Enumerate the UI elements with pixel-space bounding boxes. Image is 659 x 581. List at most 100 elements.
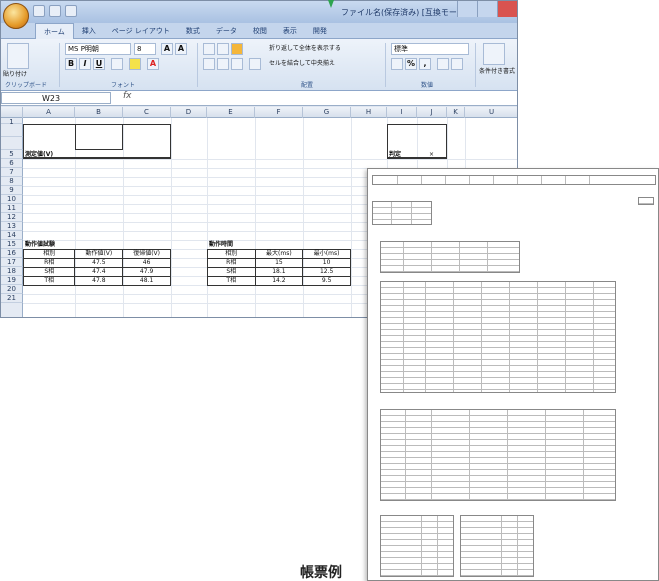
paste-button[interactable] <box>7 43 29 69</box>
percent-button[interactable]: % <box>405 58 417 70</box>
font-name-select[interactable]: MS P明朝 <box>65 43 131 55</box>
table-cell[interactable]: R相 <box>22 258 76 268</box>
underline-button[interactable]: U <box>93 58 105 70</box>
select-all-corner[interactable] <box>1 107 23 118</box>
row-header[interactable]: 11 <box>1 204 23 213</box>
tab-developer[interactable]: 開発 <box>305 23 335 39</box>
row-header[interactable]: 18 <box>1 267 23 276</box>
conditional-format-icon[interactable] <box>483 43 505 65</box>
table-cell[interactable]: 46 <box>122 258 171 268</box>
report-table <box>380 515 454 577</box>
align-bottom-button[interactable] <box>231 43 243 55</box>
table-cell[interactable]: T相 <box>207 276 256 286</box>
table-cell[interactable]: 14.2 <box>254 276 304 286</box>
ribbon: 貼り付け クリップボード MS P明朝 8 A A B I U A フォント 折… <box>1 39 517 91</box>
align-top-button[interactable] <box>203 43 215 55</box>
row-header[interactable]: 10 <box>1 195 23 204</box>
col-header[interactable]: C <box>123 107 171 118</box>
table-cell[interactable]: 9.5 <box>302 276 351 286</box>
row-header[interactable]: 7 <box>1 168 23 177</box>
row-header[interactable]: 16 <box>1 249 23 258</box>
col-header[interactable]: F <box>255 107 303 118</box>
row-header[interactable]: 6 <box>1 159 23 168</box>
shrink-font-button[interactable]: A <box>175 43 187 55</box>
decrease-decimal-button[interactable] <box>451 58 463 70</box>
table-cell[interactable]: T相 <box>22 276 76 286</box>
table-cell[interactable]: S相 <box>207 267 256 277</box>
fx-icon[interactable]: fx <box>123 91 132 101</box>
col-header[interactable]: A <box>23 107 75 118</box>
col-header[interactable]: I <box>387 107 417 118</box>
align-center-button[interactable] <box>217 58 229 70</box>
tab-view[interactable]: 表示 <box>275 23 305 39</box>
currency-button[interactable] <box>391 58 403 70</box>
name-box[interactable]: W23 <box>1 92 111 104</box>
office-button[interactable] <box>3 3 29 29</box>
col-header[interactable]: U <box>465 107 517 118</box>
maximize-button[interactable] <box>477 1 497 17</box>
table-cell[interactable]: S相 <box>22 267 76 277</box>
table-cell[interactable]: 10 <box>302 258 351 268</box>
row-header[interactable]: 15 <box>1 240 23 249</box>
tab-home[interactable]: ホーム <box>35 22 74 39</box>
row-header[interactable] <box>1 137 23 150</box>
row-header[interactable] <box>1 303 23 317</box>
row-header[interactable]: 8 <box>1 177 23 186</box>
row-header[interactable]: 9 <box>1 186 23 195</box>
table-cell[interactable]: 12.5 <box>302 267 351 277</box>
col-header[interactable]: B <box>75 107 123 118</box>
table-cell[interactable]: 15 <box>254 258 304 268</box>
row-header[interactable]: 17 <box>1 258 23 267</box>
col-header[interactable]: K <box>447 107 465 118</box>
comma-button[interactable]: , <box>419 58 431 70</box>
number-format-select[interactable]: 標準 <box>391 43 469 55</box>
report-col <box>469 410 470 500</box>
tab-data[interactable]: データ <box>208 23 245 39</box>
merge-center-button[interactable]: セルを結合して中央揃え <box>269 59 335 68</box>
row-header[interactable]: 12 <box>1 213 23 222</box>
increase-decimal-button[interactable] <box>437 58 449 70</box>
col-header[interactable]: G <box>303 107 351 118</box>
tab-formulas[interactable]: 数式 <box>178 23 208 39</box>
table-cell[interactable]: 47.5 <box>74 258 124 268</box>
row-header[interactable] <box>1 124 23 137</box>
tab-review[interactable]: 校閲 <box>245 23 275 39</box>
align-left-button[interactable] <box>203 58 215 70</box>
table-cell[interactable]: 18.1 <box>254 267 304 277</box>
undo-icon[interactable] <box>49 5 61 17</box>
tab-page-layout[interactable]: ページ レイアウト <box>104 23 178 39</box>
table-cell[interactable]: R相 <box>207 258 256 268</box>
close-button[interactable] <box>497 1 517 17</box>
border-button[interactable] <box>111 58 123 70</box>
wrap-text-button[interactable]: 折り返して全体を表示する <box>269 44 341 53</box>
align-middle-button[interactable] <box>217 43 229 55</box>
row-header[interactable]: 19 <box>1 276 23 285</box>
table-cell[interactable]: 48.1 <box>122 276 171 286</box>
font-size-select[interactable]: 8 <box>134 43 156 55</box>
grow-font-button[interactable]: A <box>161 43 173 55</box>
col-header[interactable]: E <box>207 107 255 118</box>
fill-color-button[interactable] <box>129 58 141 70</box>
font-color-button[interactable]: A <box>147 58 159 70</box>
report-table <box>372 201 432 225</box>
col-header[interactable]: H <box>351 107 387 118</box>
row-header[interactable]: 14 <box>1 231 23 240</box>
italic-button[interactable]: I <box>79 58 91 70</box>
row-header[interactable]: 21 <box>1 294 23 303</box>
col-header[interactable]: J <box>417 107 447 118</box>
row-header[interactable]: 20 <box>1 285 23 294</box>
table-cell[interactable]: 47.9 <box>122 267 171 277</box>
align-right-button[interactable] <box>231 58 243 70</box>
indent-button[interactable] <box>249 58 261 70</box>
row-header[interactable]: 13 <box>1 222 23 231</box>
redo-icon[interactable] <box>65 5 77 17</box>
tab-insert[interactable]: 挿入 <box>74 23 104 39</box>
save-icon[interactable] <box>33 5 45 17</box>
bold-button[interactable]: B <box>65 58 77 70</box>
col-header[interactable]: D <box>171 107 207 118</box>
judge-label: 判定 <box>389 151 402 158</box>
row-header[interactable]: 5 <box>1 150 23 159</box>
minimize-button[interactable] <box>457 1 477 17</box>
table-cell[interactable]: 47.8 <box>74 276 124 286</box>
table-cell[interactable]: 47.4 <box>74 267 124 277</box>
